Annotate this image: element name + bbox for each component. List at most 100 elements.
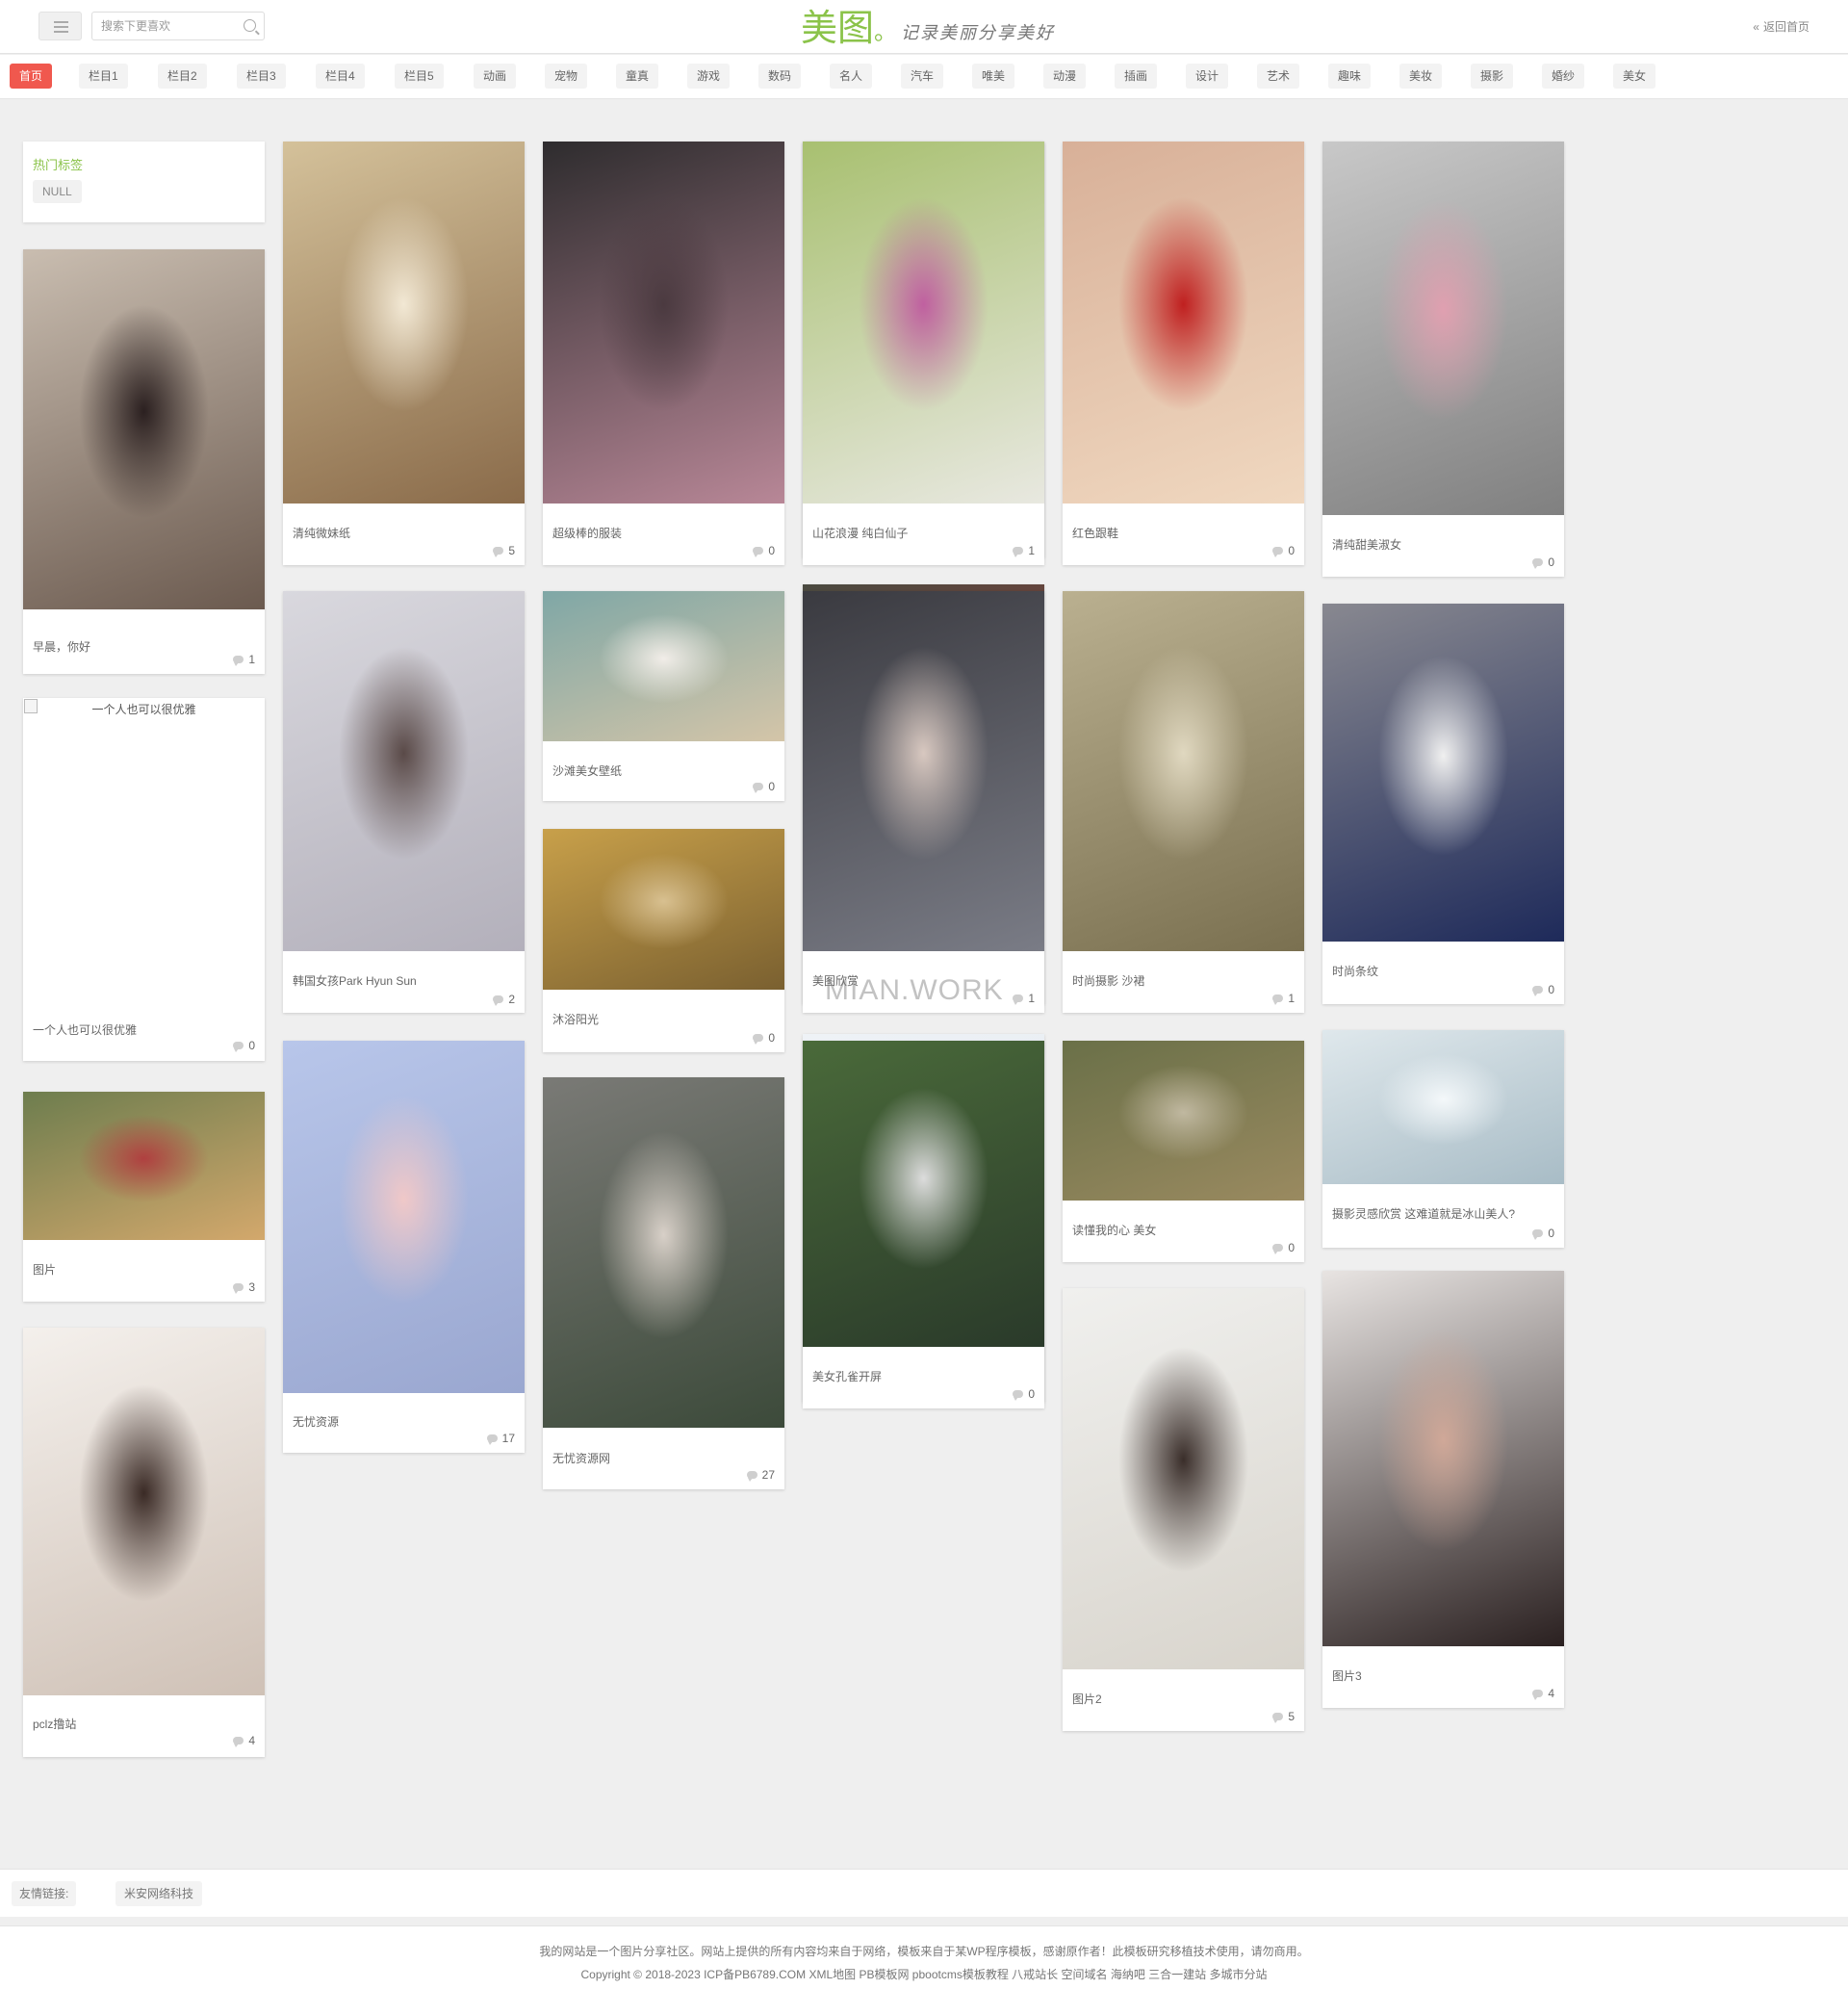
- card-title[interactable]: 清纯甜美淑女: [1332, 536, 1553, 553]
- nav-item[interactable]: 宠物: [545, 64, 588, 89]
- card-image[interactable]: [1322, 142, 1564, 515]
- card-image[interactable]: [543, 142, 784, 504]
- card-title[interactable]: 红色跟鞋: [1072, 525, 1294, 541]
- nav-item[interactable]: 汽车: [901, 64, 944, 89]
- nav-item[interactable]: 设计: [1186, 64, 1229, 89]
- card-image[interactable]: [283, 142, 525, 504]
- card-title[interactable]: 图片: [33, 1261, 254, 1278]
- comment-icon: [233, 1737, 244, 1747]
- image-card[interactable]: 沙滩美女壁纸 0: [543, 591, 784, 801]
- comment-number: 0: [1288, 544, 1295, 557]
- card-title[interactable]: 摄影灵感欣赏 这难道就是冰山美人?: [1332, 1205, 1553, 1222]
- image-card[interactable]: 无忧资源网 27: [543, 1077, 784, 1489]
- image-card[interactable]: 美图欣赏 1: [803, 591, 1044, 1013]
- card-title[interactable]: 美女孔雀开屏: [812, 1368, 1034, 1384]
- site-logo[interactable]: 美图 。 记录美丽分享美好: [801, 4, 1055, 50]
- card-title[interactable]: pclz撸站: [33, 1716, 254, 1732]
- tag-chip[interactable]: NULL: [33, 180, 82, 203]
- card-image[interactable]: [1063, 591, 1304, 951]
- nav-item[interactable]: 首页: [10, 64, 53, 89]
- image-card[interactable]: 美女孔雀开屏 0: [803, 1041, 1044, 1408]
- image-card[interactable]: 超级棒的服装 0: [543, 142, 784, 565]
- nav-item[interactable]: 唯美: [972, 64, 1015, 89]
- card-image[interactable]: [543, 829, 784, 990]
- card-title[interactable]: 无忧资源: [293, 1413, 514, 1430]
- image-card[interactable]: 无忧资源 17: [283, 1041, 525, 1453]
- nav-item[interactable]: 动漫: [1043, 64, 1087, 89]
- card-title[interactable]: 一个人也可以很优雅: [33, 1021, 254, 1038]
- search-input[interactable]: [92, 13, 237, 39]
- card-image[interactable]: [803, 1041, 1044, 1347]
- card-image[interactable]: [1322, 1030, 1564, 1184]
- broken-image[interactable]: 一个人也可以很优雅: [23, 698, 265, 1016]
- card-title[interactable]: 美图欣赏: [812, 972, 1034, 989]
- image-card[interactable]: 早晨，你好 1: [23, 249, 265, 674]
- card-title[interactable]: 早晨，你好: [33, 638, 254, 655]
- nav-item[interactable]: 艺术: [1257, 64, 1300, 89]
- friend-link[interactable]: 米安网络科技: [116, 1881, 203, 1906]
- image-card[interactable]: 清纯甜美淑女 0: [1322, 142, 1564, 577]
- card-title[interactable]: 无忧资源网: [552, 1450, 774, 1466]
- nav-item[interactable]: 名人: [830, 64, 873, 89]
- image-card[interactable]: 时尚条纹 0: [1322, 604, 1564, 1004]
- card-image[interactable]: [1063, 1041, 1304, 1201]
- nav-item[interactable]: 栏目1: [79, 64, 128, 89]
- image-card[interactable]: 一个人也可以很优雅 一个人也可以很优雅 0: [23, 698, 265, 1061]
- card-title[interactable]: 清纯微妹纸: [293, 525, 514, 541]
- card-title[interactable]: 山花浪漫 纯白仙子: [812, 525, 1034, 541]
- image-card[interactable]: 时尚摄影 沙裙 1: [1063, 591, 1304, 1013]
- card-image[interactable]: [23, 1092, 265, 1240]
- card-title[interactable]: 沐浴阳光: [552, 1011, 774, 1027]
- comment-count: 0: [753, 1031, 775, 1045]
- image-card[interactable]: pclz撸站 4: [23, 1328, 265, 1757]
- image-card[interactable]: 图片3 4: [1322, 1271, 1564, 1708]
- card-image[interactable]: [23, 249, 265, 609]
- nav-item[interactable]: 栏目3: [237, 64, 286, 89]
- card-title[interactable]: 图片3: [1332, 1667, 1553, 1684]
- card-title[interactable]: 超级棒的服装: [552, 525, 774, 541]
- card-image[interactable]: [543, 591, 784, 741]
- nav-item[interactable]: 美女: [1613, 64, 1656, 89]
- search-icon[interactable]: [244, 19, 256, 32]
- nav-item[interactable]: 动画: [474, 64, 517, 89]
- card-image[interactable]: [283, 1041, 525, 1393]
- nav-item[interactable]: 摄影: [1471, 64, 1514, 89]
- card-image[interactable]: [543, 1077, 784, 1428]
- nav-item[interactable]: 数码: [758, 64, 802, 89]
- card-title[interactable]: 读懂我的心 美女: [1072, 1222, 1294, 1238]
- card-title[interactable]: 韩国女孩Park Hyun Sun: [293, 972, 514, 989]
- nav-item[interactable]: 栏目4: [316, 64, 365, 89]
- card-image[interactable]: [803, 591, 1044, 951]
- menu-toggle-button[interactable]: [38, 12, 82, 40]
- card-image[interactable]: [803, 142, 1044, 504]
- image-card[interactable]: 图片 3: [23, 1092, 265, 1302]
- nav-item[interactable]: 美妆: [1399, 64, 1443, 89]
- image-card[interactable]: 清纯微妹纸 5: [283, 142, 525, 565]
- comment-icon: [493, 995, 504, 1006]
- card-image[interactable]: [1322, 604, 1564, 942]
- card-image[interactable]: [1063, 1288, 1304, 1669]
- image-card[interactable]: 图片2 5: [1063, 1288, 1304, 1731]
- card-image[interactable]: [23, 1328, 265, 1695]
- nav-item[interactable]: 游戏: [687, 64, 731, 89]
- image-card[interactable]: 摄影灵感欣赏 这难道就是冰山美人? 0: [1322, 1030, 1564, 1248]
- image-card[interactable]: 韩国女孩Park Hyun Sun 2: [283, 591, 525, 1013]
- image-card[interactable]: 沐浴阳光 0: [543, 829, 784, 1052]
- nav-item[interactable]: 童真: [616, 64, 659, 89]
- image-card[interactable]: 读懂我的心 美女 0: [1063, 1041, 1304, 1262]
- card-title[interactable]: 时尚条纹: [1332, 963, 1553, 979]
- back-home-link[interactable]: «返回首页: [1753, 18, 1810, 35]
- nav-item[interactable]: 婚纱: [1542, 64, 1585, 89]
- image-card[interactable]: 山花浪漫 纯白仙子 1: [803, 142, 1044, 565]
- image-card[interactable]: 红色跟鞋 0: [1063, 142, 1304, 565]
- card-title[interactable]: 时尚摄影 沙裙: [1072, 972, 1294, 989]
- card-image[interactable]: [1063, 142, 1304, 504]
- nav-item[interactable]: 插画: [1115, 64, 1158, 89]
- nav-item[interactable]: 栏目2: [158, 64, 207, 89]
- card-image[interactable]: [1322, 1271, 1564, 1646]
- card-title[interactable]: 图片2: [1072, 1691, 1294, 1707]
- nav-item[interactable]: 栏目5: [395, 64, 444, 89]
- card-image[interactable]: [283, 591, 525, 951]
- nav-item[interactable]: 趣味: [1328, 64, 1372, 89]
- card-title[interactable]: 沙滩美女壁纸: [552, 762, 774, 779]
